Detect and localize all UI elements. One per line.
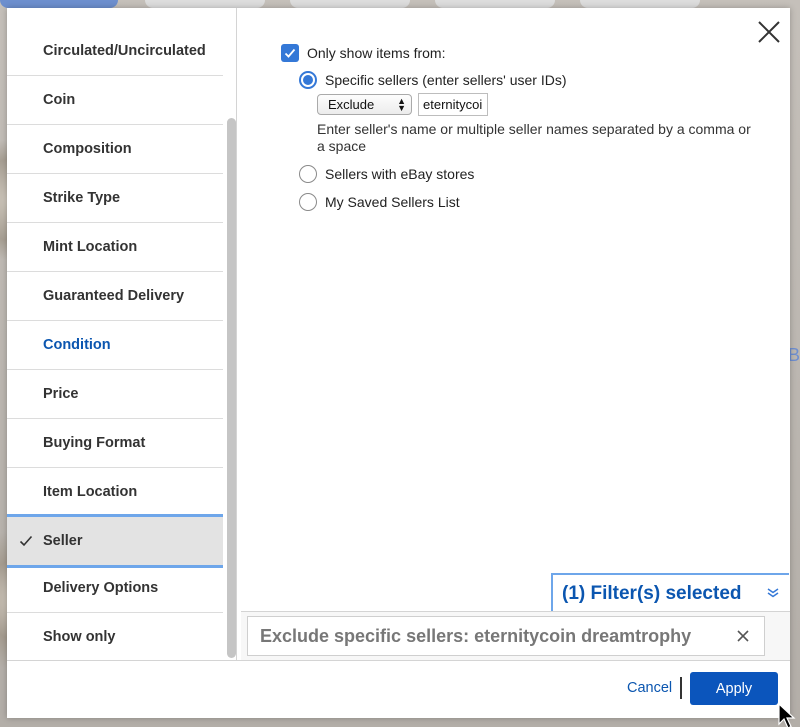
sidebar-item-strike-type[interactable]: Strike Type: [7, 174, 223, 223]
filter-chip-text: Exclude specific sellers: eternitycoin d…: [260, 625, 692, 646]
mouse-cursor-icon: [778, 703, 796, 727]
selected-filter-chip: Exclude specific sellers: eternitycoin d…: [247, 616, 765, 656]
cancel-button[interactable]: Cancel: [627, 680, 672, 696]
only-show-row[interactable]: Only show items from:: [281, 44, 445, 62]
only-show-label: Only show items from:: [307, 45, 446, 61]
sidebar-item-label: Guaranteed Delivery: [43, 288, 185, 304]
sidebar-item-circulated[interactable]: Circulated/Uncirculated: [7, 27, 223, 76]
option-saved-sellers[interactable]: My Saved Sellers List: [299, 193, 460, 211]
sidebar-item-condition[interactable]: Condition: [7, 321, 223, 370]
checkmark-icon: [19, 535, 33, 547]
sidebar-item-composition[interactable]: Composition: [7, 125, 223, 174]
ebay-stores-label: Sellers with eBay stores: [325, 166, 475, 182]
remove-filter-icon[interactable]: [736, 629, 750, 643]
option-specific-sellers[interactable]: Specific sellers (enter sellers' user ID…: [299, 71, 567, 89]
sidebar-scrollbar[interactable]: [227, 118, 236, 658]
sidebar-item-label: Show only: [43, 629, 116, 645]
close-icon[interactable]: [755, 18, 783, 46]
seller-ids-input[interactable]: [418, 93, 488, 116]
modal-footer: Cancel Apply: [7, 660, 790, 718]
sidebar-item-label: Mint Location: [43, 239, 138, 255]
backdrop-tab: [435, 0, 555, 8]
saved-sellers-label: My Saved Sellers List: [325, 194, 460, 210]
apply-button[interactable]: Apply: [690, 672, 778, 705]
filter-category-sidebar: Circulated/Uncirculated Coin Composition…: [7, 8, 237, 660]
only-show-checkbox[interactable]: [281, 44, 299, 62]
include-exclude-select[interactable]: Exclude ▲ ▼: [317, 94, 412, 115]
filters-selected-toggle[interactable]: (1) Filter(s) selected: [551, 573, 789, 612]
sidebar-item-seller[interactable]: Seller: [7, 514, 223, 568]
backdrop-tab: [290, 0, 410, 8]
specific-sellers-radio[interactable]: [299, 71, 317, 89]
option-ebay-stores[interactable]: Sellers with eBay stores: [299, 165, 474, 183]
backdrop-tab: [0, 0, 118, 8]
sidebar-item-label: Condition: [43, 337, 111, 353]
seller-help-text: Enter seller's name or multiple seller n…: [317, 121, 751, 154]
sidebar-item-price[interactable]: Price: [7, 370, 223, 419]
sidebar-item-label: Item Location: [43, 484, 138, 500]
sidebar-item-guaranteed-delivery[interactable]: Guaranteed Delivery: [7, 272, 223, 321]
ebay-stores-radio[interactable]: [299, 165, 317, 183]
updown-arrows-icon: ▲ ▼: [397, 95, 406, 113]
sidebar-item-buying-format[interactable]: Buying Format: [7, 419, 223, 468]
footer-divider: [680, 677, 682, 699]
select-value: Exclude: [328, 97, 375, 112]
sidebar-item-label: Circulated/Uncirculated: [43, 43, 206, 59]
backdrop-tab: [580, 0, 700, 8]
saved-sellers-radio[interactable]: [299, 193, 317, 211]
sidebar-item-coin[interactable]: Coin: [7, 76, 223, 125]
sidebar-item-label: Buying Format: [43, 435, 146, 451]
filter-modal: Circulated/Uncirculated Coin Composition…: [7, 8, 790, 718]
backdrop-tab: [145, 0, 265, 8]
sidebar-item-show-only[interactable]: Show only: [7, 613, 223, 660]
specific-sellers-label: Specific sellers (enter sellers' user ID…: [325, 72, 567, 88]
sidebar-item-label: Price: [43, 386, 79, 402]
seller-filter-panel: Only show items from: Specific sellers (…: [241, 8, 790, 660]
selected-filters-bar: Exclude specific sellers: eternitycoin d…: [241, 611, 790, 660]
sidebar-item-label: Coin: [43, 92, 76, 108]
sidebar-item-label: Delivery Options: [43, 580, 159, 596]
sidebar-item-label: Composition: [43, 141, 132, 157]
sidebar-item-label: Strike Type: [43, 190, 121, 206]
filters-selected-label: (1) Filter(s) selected: [562, 582, 742, 604]
checkmark-icon: [284, 48, 296, 58]
double-chevron-down-icon: [767, 588, 779, 601]
sidebar-item-item-location[interactable]: Item Location: [7, 468, 223, 517]
sidebar-item-mint-location[interactable]: Mint Location: [7, 223, 223, 272]
sidebar-item-delivery-options[interactable]: Delivery Options: [7, 564, 223, 613]
sidebar-item-label: Seller: [43, 533, 83, 549]
